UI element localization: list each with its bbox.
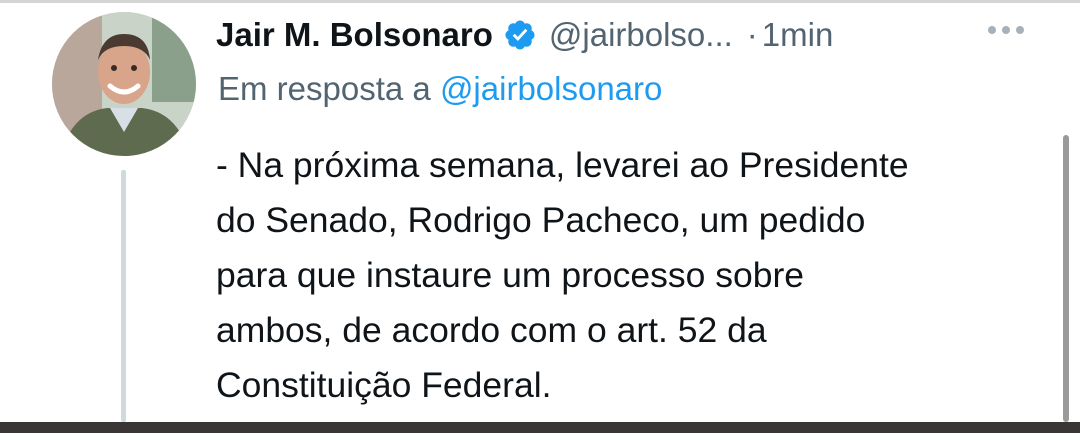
tweet-text: - Na próxima semana, levarei ao Presiden… [216,145,909,405]
separator-dot: · [746,16,758,53]
scrollbar[interactable] [1063,135,1069,422]
avatar-image [52,12,196,156]
top-divider [0,0,1080,3]
verified-badge-icon [503,18,537,52]
thread-connector-line [121,170,126,422]
bottom-bar [0,422,1080,433]
tweet-timestamp[interactable]: 1min [762,16,834,54]
reply-context: Em resposta a @jairbolsonaro [218,70,662,108]
more-dot [1016,26,1024,34]
avatar[interactable] [52,12,196,156]
author-handle[interactable]: @jairbolso... [549,16,733,54]
more-dot [988,26,996,34]
more-dot [1002,26,1010,34]
tweet-header: Jair M. Bolsonaro @jairbolso... · 1min [216,12,833,58]
reply-handle-link[interactable]: @jairbolsonaro [440,70,662,107]
reply-prefix: Em resposta a [218,70,431,107]
author-name[interactable]: Jair M. Bolsonaro [216,16,493,54]
more-options-icon[interactable] [988,22,1028,38]
